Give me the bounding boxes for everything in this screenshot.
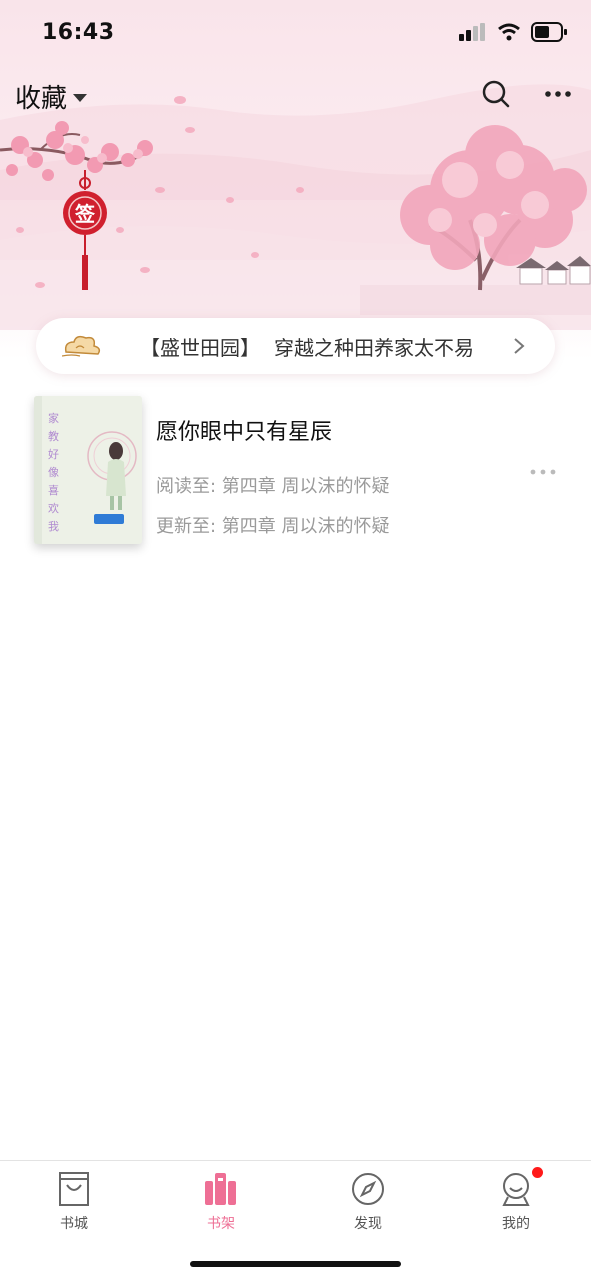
book-title: 愿你眼中只有星辰 [156,420,333,445]
profile-icon [502,1173,530,1206]
bag-icon [59,1172,89,1206]
svg-text:家: 家 [48,411,59,425]
battery-icon [531,22,567,42]
charm-character: 签 [74,202,96,226]
more-icon[interactable] [542,80,574,108]
banner-title: 穿越之种田养家太不易 [274,336,474,360]
chevron-right-icon [514,338,525,354]
status-time: 16:43 [42,20,115,45]
home-indicator [190,1261,401,1267]
tab-label: 书架 [207,1216,235,1232]
book-list-item[interactable]: 家 教 好 像 喜 欢 我 愿你眼中只有星辰 阅读至: 第四章 周以沫的怀疑 更… [0,392,591,552]
tab-label: 发现 [354,1216,382,1232]
tab-discover[interactable]: 发现 [318,1171,418,1241]
tab-label: 我的 [502,1216,530,1232]
search-icon[interactable] [480,78,512,110]
svg-text:欢: 欢 [48,501,59,515]
page-title: 收藏 [15,84,68,114]
tab-profile[interactable]: 我的 [466,1171,566,1241]
wifi-icon [498,23,520,41]
book-cover: 家 教 好 像 喜 欢 我 [34,396,142,544]
collection-dropdown[interactable]: 收藏 [15,78,88,115]
svg-text:教: 教 [48,430,59,443]
auspicious-cloud-icon [62,335,101,357]
svg-text:好: 好 [48,447,59,461]
tab-bookstore[interactable]: 书城 [24,1171,124,1241]
signal-icon [459,23,485,41]
update-progress: 更新至: 第四章 周以沫的怀疑 [156,516,390,537]
svg-text:喜: 喜 [48,484,59,497]
status-icons [459,22,567,42]
banner-tag: 【盛世田园】 [140,336,260,360]
notification-dot [532,1167,543,1178]
read-progress: 阅读至: 第四章 周以沫的怀疑 [156,476,390,497]
compass-icon [352,1173,384,1205]
caret-down-icon [73,93,88,102]
tab-bookshelf[interactable]: 书架 [171,1171,271,1241]
status-bar: 16:43 [0,0,591,70]
svg-text:我: 我 [48,520,59,533]
tab-label: 书城 [60,1216,88,1232]
books-icon [205,1173,236,1205]
banner-text: 【盛世田园】 穿越之种田养家太不易 [140,332,474,361]
book-more-icon[interactable] [528,464,558,480]
recommendation-banner[interactable]: 【盛世田园】 穿越之种田养家太不易 [36,318,555,374]
svg-text:像: 像 [48,466,59,479]
